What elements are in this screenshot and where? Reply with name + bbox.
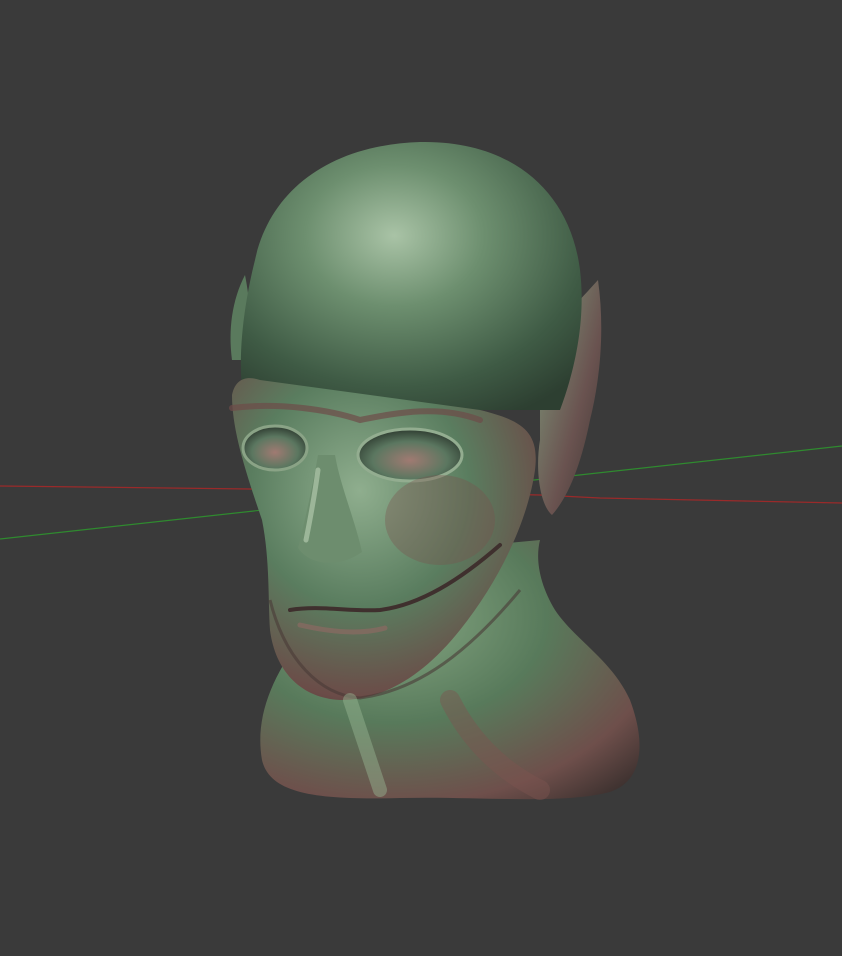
left-eye (241, 424, 309, 472)
head-model[interactable] (229, 141, 640, 800)
cheek-shade (385, 475, 495, 565)
skull (240, 141, 582, 411)
3d-viewport[interactable] (0, 0, 842, 956)
right-eye (356, 427, 464, 483)
viewport-canvas[interactable] (0, 0, 842, 956)
